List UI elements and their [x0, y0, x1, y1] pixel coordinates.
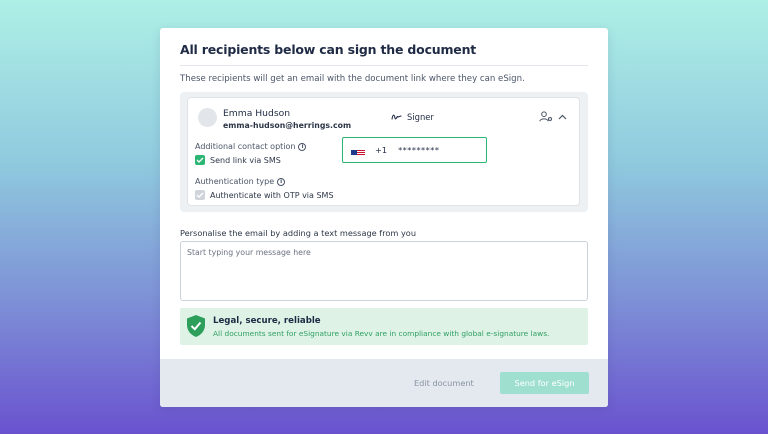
modal-footer: Edit document Send for eSign [160, 359, 608, 407]
auth-type-text: Authentication type [195, 177, 275, 186]
send-sms-label: Send link via SMS [210, 155, 281, 165]
recipient-name: Emma Hudson [223, 108, 291, 119]
chevron-up-icon[interactable] [558, 114, 567, 120]
avatar [198, 108, 217, 127]
recipient-email: emma-hudson@herrings.com [223, 121, 352, 130]
title-divider [180, 65, 588, 66]
message-textarea[interactable] [180, 241, 588, 301]
modal-title: All recipients below can sign the docume… [180, 42, 477, 57]
recipients-panel: Emma Hudson emma-hudson@herrings.com Sig… [180, 92, 588, 212]
auth-type-label: Authentication type i [195, 177, 286, 186]
info-icon[interactable]: i [298, 142, 307, 151]
role-label: Signer [407, 112, 434, 122]
us-flag-icon[interactable] [351, 146, 365, 155]
check-icon [196, 192, 204, 198]
recipient-card: Emma Hudson emma-hudson@herrings.com Sig… [187, 97, 580, 206]
phone-input[interactable]: +1 ********* [342, 137, 487, 163]
contact-option-text: Additional contact option [195, 142, 296, 151]
shield-check-icon [187, 315, 205, 337]
edit-document-button[interactable]: Edit document [410, 373, 478, 393]
message-label: Personalise the email by adding a text m… [180, 228, 417, 238]
contact-option-label: Additional contact option i [195, 142, 307, 151]
recipient-role[interactable]: Signer [391, 112, 434, 122]
otp-option: Authenticate with OTP via SMS [195, 190, 334, 200]
send-sms-checkbox[interactable] [195, 155, 205, 165]
check-icon [196, 157, 204, 163]
send-sms-option[interactable]: Send link via SMS [195, 155, 281, 165]
send-for-esign-modal: All recipients below can sign the docume… [160, 28, 608, 407]
info-icon[interactable]: i [277, 177, 286, 186]
modal-subtitle: These recipients will get an email with … [180, 74, 525, 84]
user-settings-icon[interactable] [539, 111, 553, 122]
signature-icon [391, 114, 402, 120]
otp-label: Authenticate with OTP via SMS [210, 190, 334, 200]
legal-title: Legal, secure, reliable [213, 316, 321, 326]
phone-number[interactable]: ********* [398, 145, 439, 155]
otp-checkbox [195, 190, 205, 200]
country-code: +1 [375, 145, 388, 155]
send-for-esign-button[interactable]: Send for eSign [500, 372, 589, 394]
legal-banner: Legal, secure, reliable All documents se… [180, 308, 588, 345]
legal-description: All documents sent for eSignature via Re… [213, 329, 550, 338]
card-actions [539, 111, 567, 122]
